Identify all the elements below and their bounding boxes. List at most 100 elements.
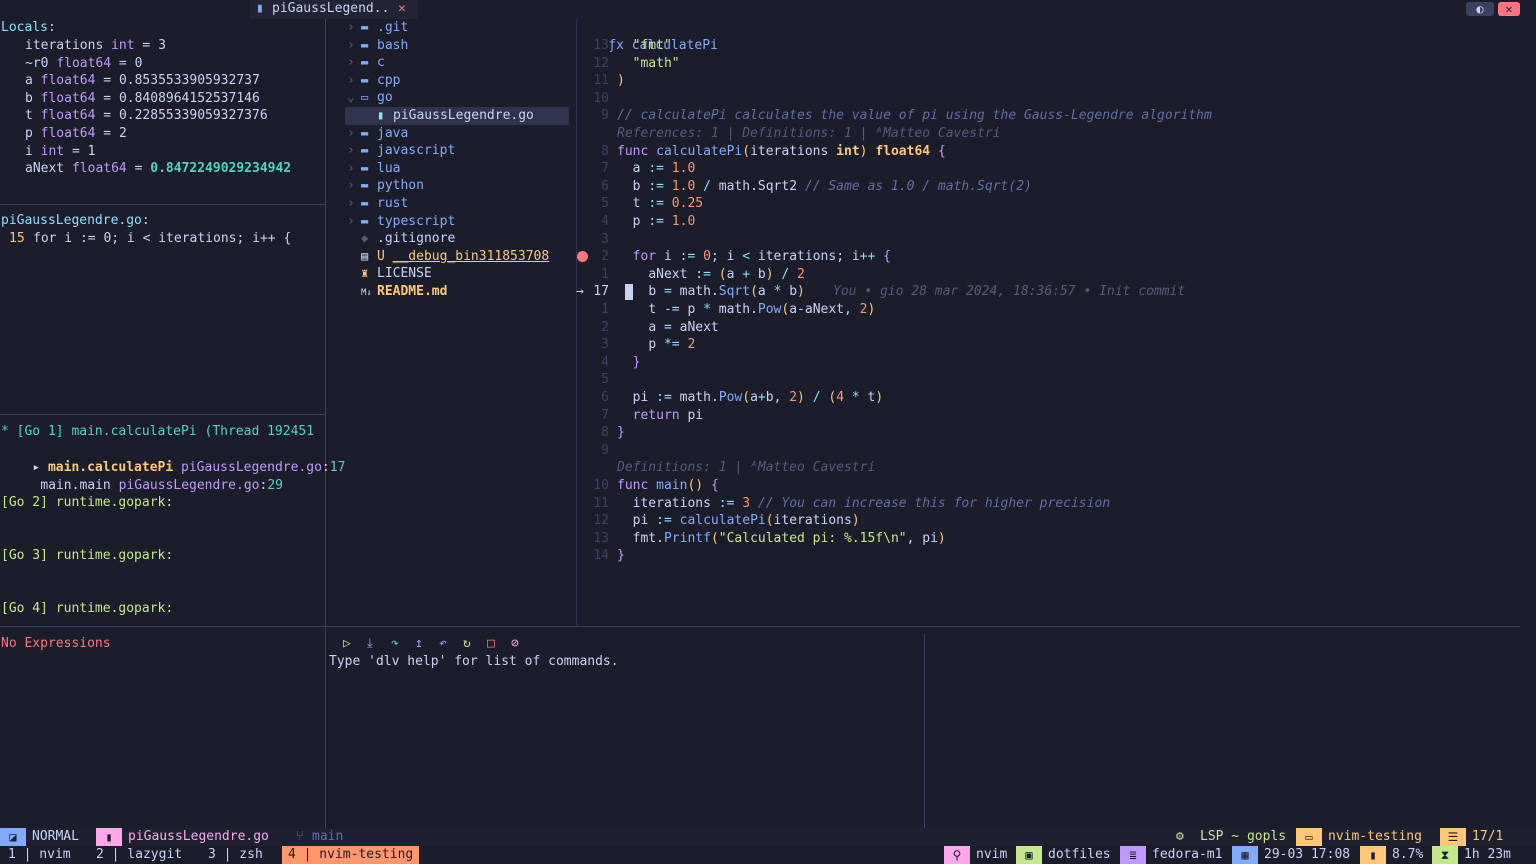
tree-item[interactable]: M↓ README.md	[347, 283, 447, 301]
code-line[interactable]: b := 1.0 / math.Sqrt2 // Same as 1.0 / m…	[617, 178, 1032, 196]
code-line[interactable]: b = math.Sqrt(a * b)	[617, 283, 805, 301]
go-file-icon: ▮	[256, 1, 264, 16]
binary-icon: ▤	[361, 248, 369, 263]
code-line[interactable]: p := 1.0	[617, 213, 696, 231]
status-project: nvim-testing	[1328, 829, 1422, 844]
tree-item[interactable]: › ▬ c	[347, 54, 385, 72]
local-variable[interactable]: aNext float64 = 0.8472249029234942	[25, 160, 291, 178]
code-line[interactable]: for i := 0; i < iterations; i++ {	[617, 248, 891, 266]
tree-item[interactable]: › ▬ javascript	[347, 142, 455, 160]
code-line[interactable]: aNext := (a + b) / 2	[617, 266, 805, 284]
code-line[interactable]: p *= 2	[617, 336, 695, 354]
local-variable[interactable]: b float64 = 0.8408964152537146	[25, 90, 260, 108]
tree-item[interactable]: ⌄ ▭ go	[347, 89, 393, 107]
local-variable[interactable]: i int = 1	[25, 143, 95, 161]
code-line[interactable]: // calculatePi calculates the value of p…	[617, 107, 1212, 125]
disconnect-icon[interactable]: ⊘	[511, 636, 519, 651]
code-line[interactable]: "fmt"	[617, 37, 672, 55]
code-line[interactable]: fmt.Printf("Calculated pi: %.15f\n", pi)	[617, 530, 946, 548]
step-over-icon[interactable]: ↷	[391, 636, 399, 651]
code-line[interactable]: )	[617, 72, 625, 90]
tree-item[interactable]: › ▬ bash	[347, 37, 408, 55]
code-line[interactable]: pi := math.Pow(a+b, 2) / (4 * t)	[617, 389, 884, 407]
local-variable[interactable]: a float64 = 0.8535533905932737	[25, 72, 260, 90]
tree-item[interactable]: › ▬ rust	[347, 195, 408, 213]
tree-item[interactable]: ▮ piGaussLegendre.go	[363, 107, 534, 125]
tree-item[interactable]: › ▬ python	[347, 177, 424, 195]
local-variable[interactable]: ~r0 float64 = 0	[25, 55, 142, 73]
tab-close-icon[interactable]: ✕	[398, 1, 406, 16]
code-line[interactable]: t -= p * math.Pow(a-aNext, 2)	[617, 301, 875, 319]
breakpoint-icon[interactable]	[577, 251, 588, 262]
goroutine[interactable]: [Go 2] runtime.gopark:	[1, 494, 173, 512]
tree-item-label: bash	[377, 37, 409, 53]
play-icon[interactable]: ▷	[343, 636, 351, 651]
tmux-window-2[interactable]: 2 | lazygit	[96, 846, 182, 864]
tree-item[interactable]: ▤ U __debug_bin311853708	[347, 248, 549, 266]
codelens[interactable]: References: 1 | Definitions: 1 | ᴬMatteo…	[617, 125, 1001, 143]
breadcrumb[interactable]: ƒx calculatePi	[577, 19, 718, 53]
goroutine[interactable]: [Go 3] runtime.gopark:	[1, 547, 173, 565]
tree-item[interactable]: › ▬ cpp	[347, 72, 400, 90]
stack-frame[interactable]: ▸ main.calculatePi piGaussLegendre.go:17	[1, 441, 345, 475]
tree-item-label: typescript	[377, 213, 456, 229]
status-filename: piGaussLegendre.go	[128, 829, 269, 844]
tree-item-label: LICENSE	[377, 266, 432, 282]
close-icon[interactable]: ✕	[1498, 2, 1520, 16]
code-line[interactable]: func calculatePi(iterations int) float64…	[617, 143, 946, 161]
folder-icon: ▬	[361, 55, 369, 70]
tmux-app: nvim	[976, 847, 1008, 862]
code-line[interactable]: iterations := 3 // You can increase this…	[617, 495, 1110, 513]
tree-item[interactable]: ♜ LICENSE	[347, 265, 432, 283]
code-line[interactable]: a := 1.0	[617, 160, 696, 178]
code-line[interactable]: }	[617, 354, 641, 372]
breakpoint-code: for i := 0; i < iterations; i++ {	[33, 231, 292, 246]
code-line[interactable]: pi := calculatePi(iterations)	[617, 512, 860, 530]
git-file-icon: ◆	[361, 231, 369, 246]
tmux-window-1[interactable]: 1 | nvim	[8, 846, 71, 864]
code-line[interactable]: return pi	[617, 407, 703, 425]
code-line[interactable]: func main() {	[617, 477, 719, 495]
code-line[interactable]: a = aNext	[617, 319, 718, 337]
tab-pigausslegendre[interactable]: ▮ piGaussLegend.. ✕	[250, 0, 418, 19]
divider-repl	[924, 634, 925, 828]
folder-icon: ▬	[361, 160, 369, 175]
tmux-window-4-active[interactable]: 4 | nvim-testing	[282, 846, 420, 864]
var-name: t	[25, 108, 33, 124]
var-value: 2	[118, 126, 127, 141]
frame-file: piGaussLegendre.go	[118, 477, 260, 493]
tree-item-label: rust	[377, 196, 409, 211]
local-variable[interactable]: p float64 = 2	[25, 125, 127, 143]
code-line[interactable]: }	[617, 424, 625, 442]
tree-item[interactable]: › ▬ typescript	[347, 213, 455, 231]
tmux-window-3[interactable]: 3 | zsh	[208, 846, 263, 864]
tree-item[interactable]: › ▬ lua	[347, 160, 400, 178]
status-position: 17/1	[1472, 829, 1504, 844]
local-variable[interactable]: iterations int = 3	[25, 37, 166, 55]
code-line[interactable]: }	[617, 547, 625, 565]
breakpoint-file[interactable]: piGaussLegendre.go:	[1, 212, 150, 230]
thread-header[interactable]: * [Go 1] main.calculatePi (Thread 192451	[1, 423, 314, 441]
goroutine[interactable]: [Go 4] runtime.gopark:	[1, 600, 173, 618]
step-back-icon[interactable]: ↶	[439, 636, 447, 651]
stop-icon[interactable]: □	[487, 636, 495, 651]
tree-item[interactable]: › ▬ java	[347, 125, 408, 143]
codelens[interactable]: Definitions: 1 | ᴬMatteo Cavestri	[617, 459, 875, 477]
toggle-icon[interactable]: ◐	[1466, 2, 1494, 16]
line-number: 1	[601, 302, 609, 317]
step-out-icon[interactable]: ↥	[415, 636, 423, 651]
stack-frame[interactable]: main.main piGaussLegendre.go:29	[9, 459, 283, 493]
tree-item-label: c	[377, 55, 385, 71]
tree-item-label: README.md	[377, 284, 448, 299]
line-number: 2	[601, 319, 609, 335]
tree-item[interactable]: › ▬ .git	[347, 19, 408, 37]
restart-icon[interactable]: ↻	[463, 636, 471, 651]
breakpoint-line-no[interactable]: 15	[9, 230, 25, 248]
step-into-icon[interactable]: ⤓	[367, 636, 373, 651]
code-line[interactable]: "math"	[617, 55, 680, 73]
local-variable[interactable]: t float64 = 0.22855339059327376	[25, 107, 268, 125]
tmux-uptime: 1h 23m	[1464, 847, 1511, 862]
code-line[interactable]: t := 0.25	[617, 195, 703, 213]
line-number: 17	[593, 284, 609, 300]
tree-item[interactable]: ◆ .gitignore	[347, 230, 455, 248]
